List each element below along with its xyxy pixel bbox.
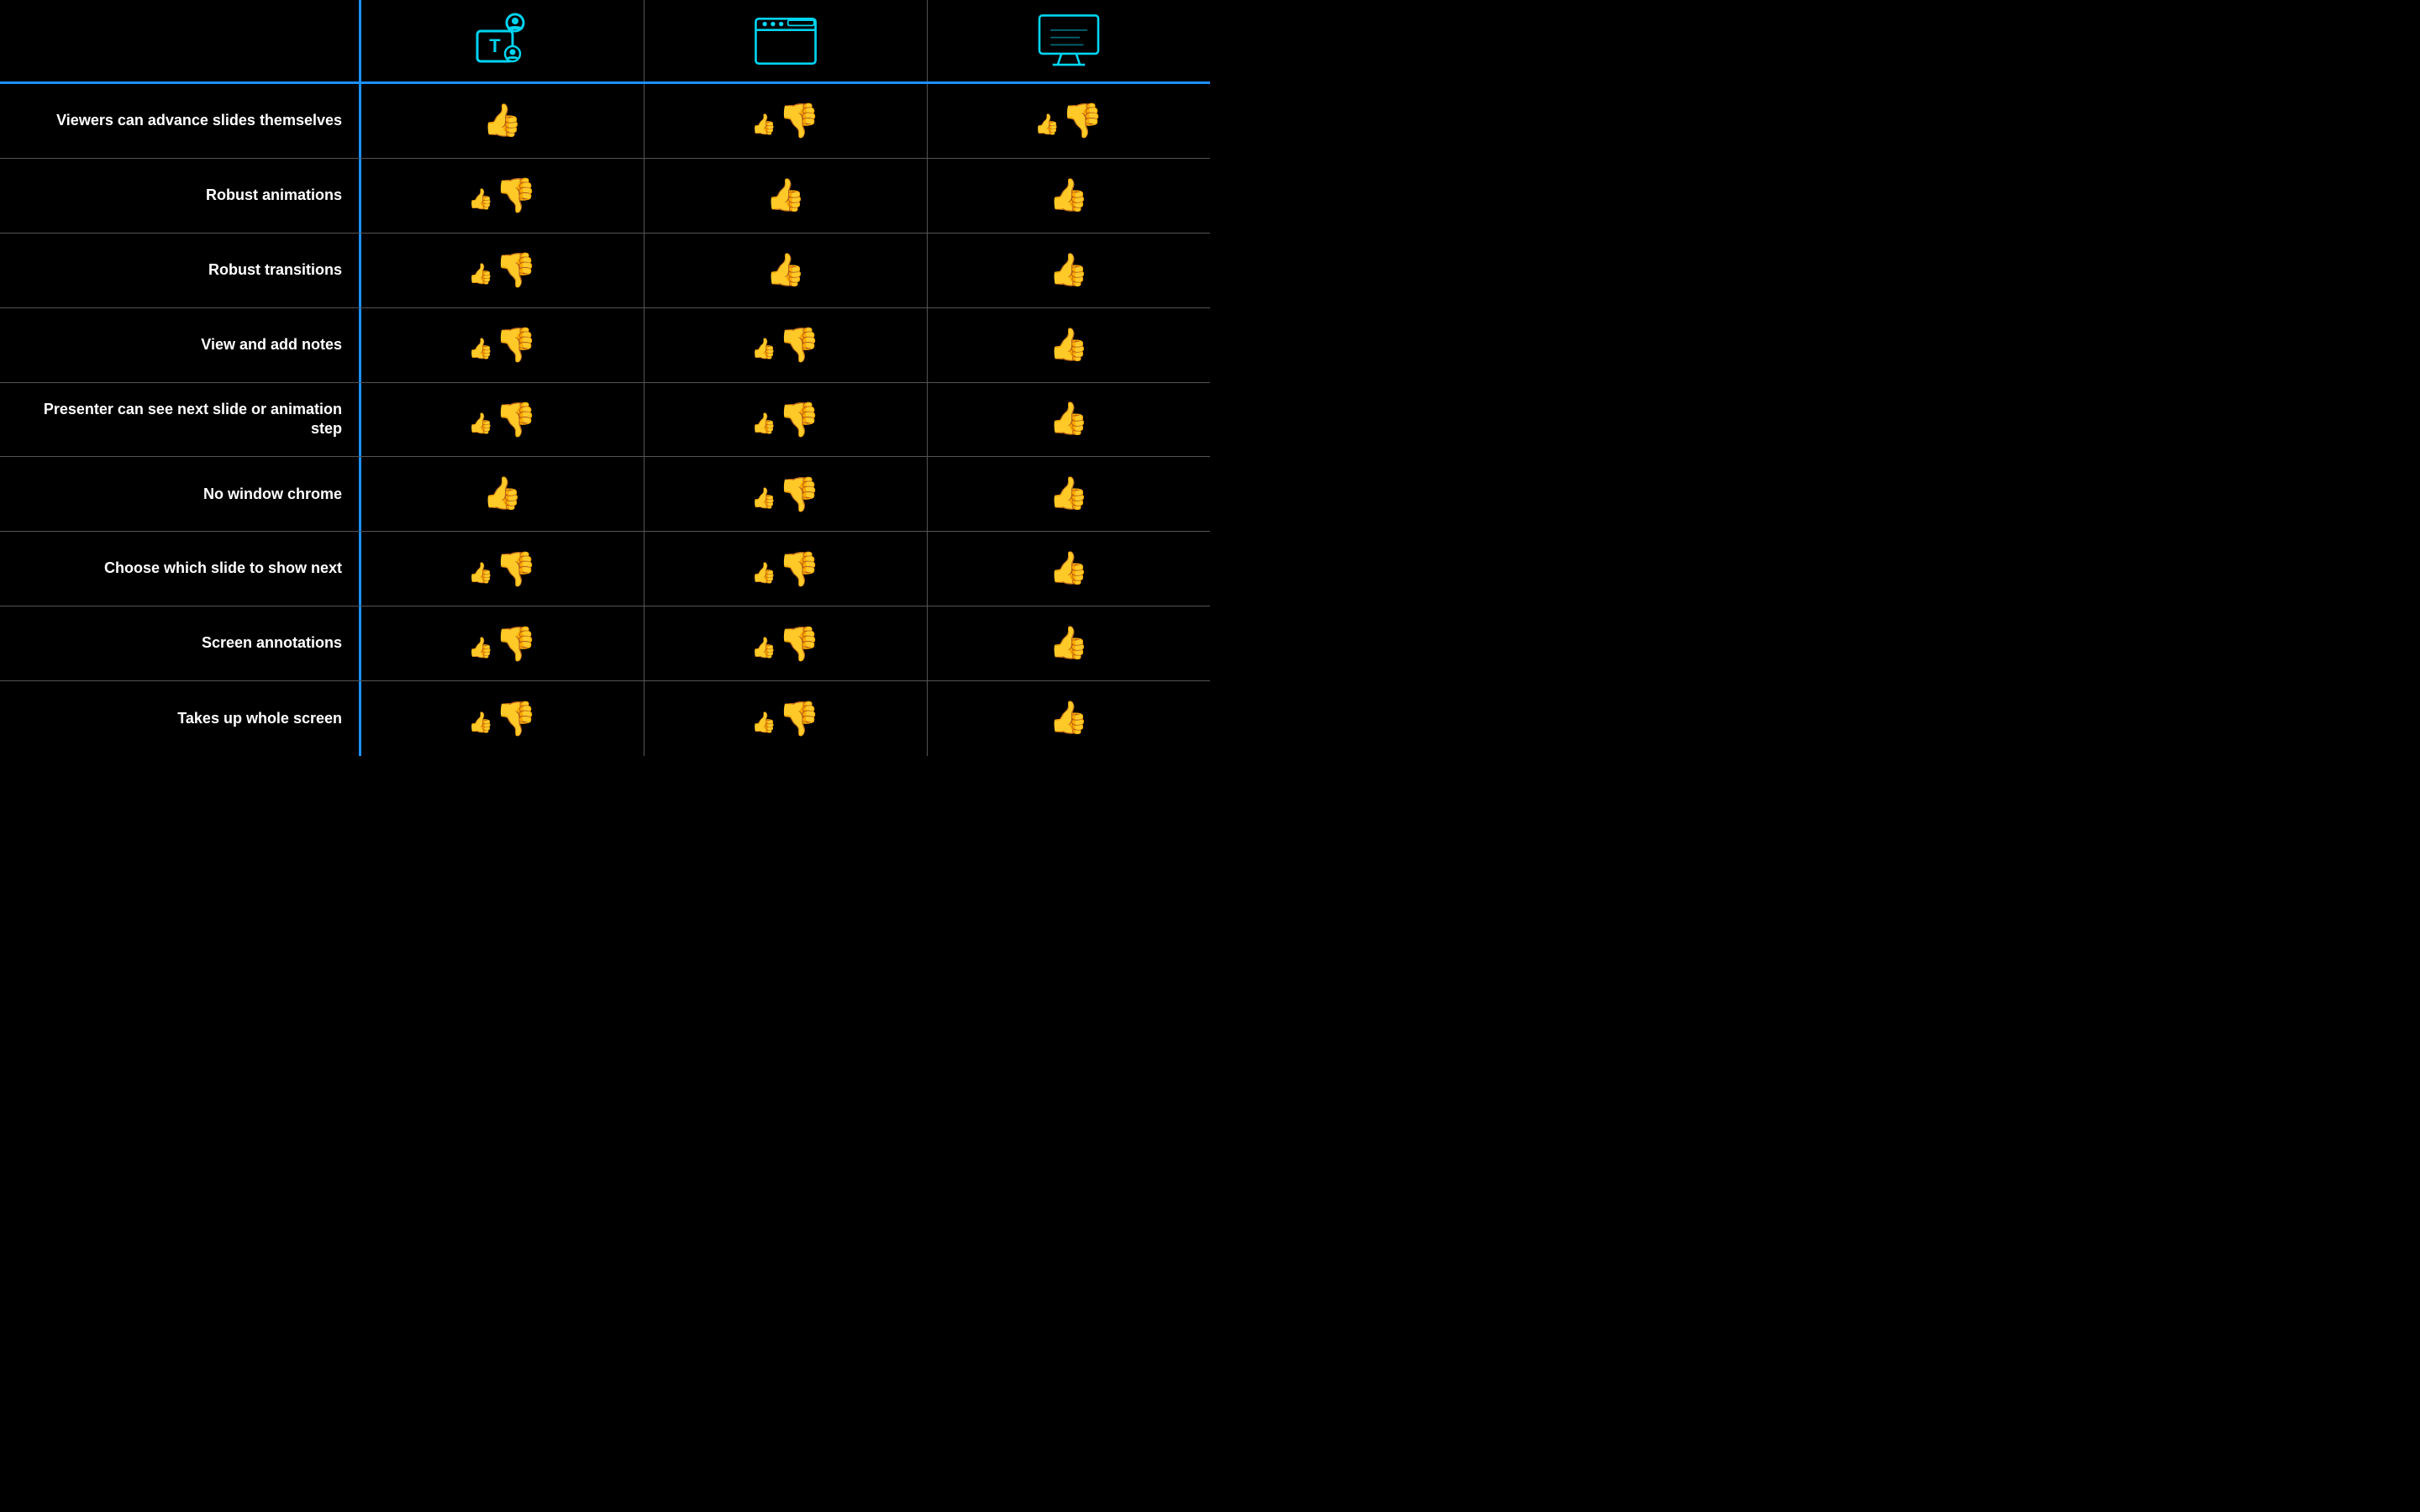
teams-cell: 👍 👎 (361, 383, 644, 457)
feature-label-text: Takes up whole screen (177, 709, 342, 728)
teams-cell: 👍 👎 (361, 159, 644, 233)
feature-col-header (0, 0, 361, 81)
thumbs-down-icon: 👍 👎 (751, 624, 820, 664)
feature-label-text: Robust transitions (208, 260, 342, 280)
browser-cell: 👍 👎 (644, 532, 928, 606)
thumbs-up-icon: 👍 (482, 105, 522, 137)
table-row: View and add notes 👍 👎 👍 👎 👍 (0, 308, 1210, 383)
thumbs-down-icon: 👍 👎 (468, 699, 537, 738)
thumbs-up-icon: 👍 (1049, 180, 1088, 212)
thumbs-down-icon: 👍 👎 (468, 624, 537, 664)
thumbs-down-icon: 👍 👎 (751, 699, 820, 738)
monitor-cell: 👍 (928, 606, 1210, 680)
feature-label-text: Viewers can advance slides themselves (56, 111, 342, 130)
monitor-cell: 👍 (928, 681, 1210, 756)
feature-label: Screen annotations (0, 606, 361, 680)
browser-cell: 👍 👎 (644, 681, 928, 756)
teams-cell: 👍 👎 (361, 681, 644, 756)
table-row: Screen annotations 👍 👎 👍 👎 👍 (0, 606, 1210, 681)
teams-cell: 👍 (361, 84, 644, 158)
thumbs-up-icon: 👍 (1049, 702, 1088, 734)
teams-cell: 👍 👎 (361, 606, 644, 680)
table-row: Presenter can see next slide or animatio… (0, 383, 1210, 458)
thumbs-up-icon: 👍 (765, 180, 805, 212)
table-row: Robust animations 👍 👎 👍 👍 (0, 159, 1210, 234)
thumbs-down-icon: 👍 👎 (468, 250, 537, 290)
thumbs-down-icon: 👍 👎 (751, 549, 820, 589)
feature-label: View and add notes (0, 308, 361, 382)
thumbs-up-icon: 👍 (1049, 403, 1088, 435)
monitor-cell: 👍 (928, 234, 1210, 307)
teams-icon: T (469, 8, 536, 75)
monitor-icon (1035, 12, 1102, 71)
thumbs-down-icon: 👍 👎 (468, 176, 537, 215)
teams-cell: 👍 (361, 457, 644, 531)
header-row: T (0, 0, 1210, 84)
comparison-table: T (0, 0, 1210, 756)
teams-cell: 👍 👎 (361, 532, 644, 606)
browser-cell: 👍 👎 (644, 308, 928, 382)
thumbs-down-icon: 👍 👎 (751, 475, 820, 514)
thumbs-down-icon: 👍 👎 (468, 325, 537, 365)
browser-cell: 👍 👎 (644, 457, 928, 531)
thumbs-up-icon: 👍 (1049, 553, 1088, 585)
feature-label: No window chrome (0, 457, 361, 531)
teams-header-col: T (361, 0, 644, 81)
table-row: Takes up whole screen 👍 👎 👍 👎 👍 (0, 681, 1210, 756)
browser-cell: 👍 👎 (644, 383, 928, 457)
feature-label-text: Presenter can see next slide or animatio… (8, 400, 342, 439)
monitor-cell: 👍 (928, 532, 1210, 606)
monitor-cell: 👍 👎 (928, 84, 1210, 158)
thumbs-down-icon: 👍 👎 (751, 400, 820, 439)
thumbs-up-icon: 👍 (1049, 329, 1088, 361)
feature-label-text: No window chrome (203, 485, 342, 504)
table-row: Choose which slide to show next 👍 👎 👍 👎 … (0, 532, 1210, 606)
thumbs-down-icon: 👍 👎 (1034, 101, 1103, 140)
browser-cell: 👍 👎 (644, 84, 928, 158)
main-container: T (0, 0, 1210, 756)
feature-label: Presenter can see next slide or animatio… (0, 383, 361, 457)
thumbs-down-icon: 👍 👎 (751, 101, 820, 140)
browser-cell: 👍 (644, 234, 928, 307)
browser-cell: 👍 👎 (644, 606, 928, 680)
monitor-cell: 👍 (928, 308, 1210, 382)
feature-label: Robust transitions (0, 234, 361, 307)
browser-icon (752, 12, 819, 71)
table-row: Viewers can advance slides themselves 👍 👍… (0, 84, 1210, 159)
feature-label: Viewers can advance slides themselves (0, 84, 361, 158)
teams-cell: 👍 👎 (361, 308, 644, 382)
feature-label: Robust animations (0, 159, 361, 233)
thumbs-up-icon: 👍 (1049, 255, 1088, 286)
feature-label-text: Robust animations (206, 186, 342, 205)
monitor-cell: 👍 (928, 383, 1210, 457)
feature-label-text: Screen annotations (202, 633, 342, 653)
teams-cell: 👍 👎 (361, 234, 644, 307)
monitor-cell: 👍 (928, 457, 1210, 531)
thumbs-up-icon: 👍 (1049, 627, 1088, 659)
monitor-header-col (928, 0, 1210, 81)
table-row: Robust transitions 👍 👎 👍 👍 (0, 234, 1210, 308)
browser-cell: 👍 (644, 159, 928, 233)
feature-label-text: Choose which slide to show next (104, 559, 342, 578)
feature-label: Choose which slide to show next (0, 532, 361, 606)
thumbs-down-icon: 👍 👎 (468, 549, 537, 589)
feature-label-text: View and add notes (201, 335, 342, 354)
feature-label: Takes up whole screen (0, 681, 361, 756)
thumbs-up-icon: 👍 (765, 255, 805, 286)
thumbs-up-icon: 👍 (482, 478, 522, 510)
thumbs-down-icon: 👍 👎 (751, 325, 820, 365)
data-rows-container: Viewers can advance slides themselves 👍 👍… (0, 84, 1210, 756)
thumbs-down-icon: 👍 👎 (468, 400, 537, 439)
thumbs-up-icon: 👍 (1049, 478, 1088, 510)
monitor-cell: 👍 (928, 159, 1210, 233)
browser-header-col (644, 0, 928, 81)
svg-text:T: T (489, 35, 501, 56)
table-row: No window chrome 👍 👍 👎 👍 (0, 457, 1210, 532)
